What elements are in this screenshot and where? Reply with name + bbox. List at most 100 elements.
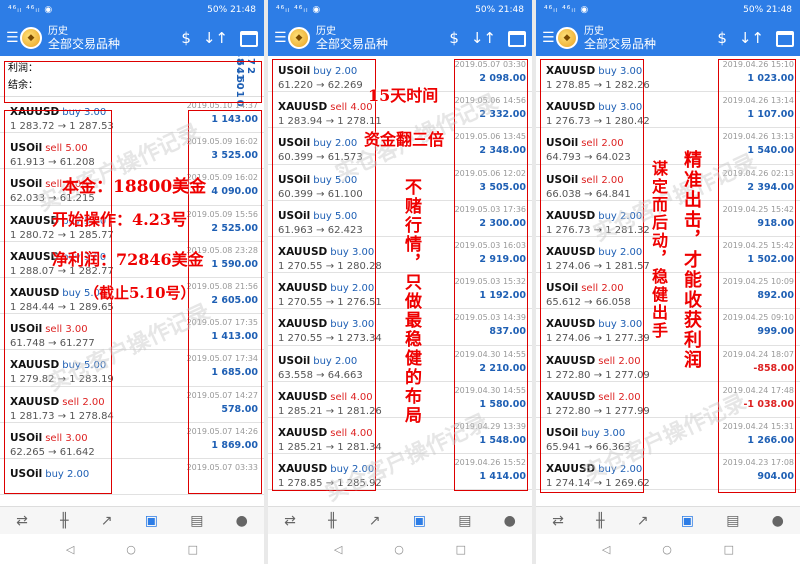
back-icon[interactable]: ◁ <box>66 543 74 556</box>
trade-row[interactable]: USOil sell 5.00 61.913 → 61.208 2019.05.09 … <box>0 133 264 170</box>
battery-level: 50% <box>743 5 764 15</box>
trade-profit: 1 143.00 <box>211 114 258 125</box>
recent-icon[interactable]: □ <box>724 543 734 556</box>
trade-side: sell 2.00 <box>598 355 641 367</box>
trade-row[interactable]: XAUUSD buy 2.00 1 276.73 → 1 281.32 2019.04… <box>536 201 800 237</box>
trade-symbol: USOil <box>278 173 311 186</box>
trade-side: sell 4.00 <box>330 391 373 403</box>
trade-row[interactable]: XAUUSD buy 3.00 1 276.73 → 1 280.42 2019.04… <box>536 92 800 129</box>
battery-level: 50% <box>475 5 496 15</box>
header-title[interactable]: 全部交易品种 <box>48 38 181 51</box>
trade-row[interactable]: USOil buy 3.00 65.941 → 66.363 2019.04.24 1… <box>536 418 800 455</box>
news-icon[interactable]: ▤ <box>190 513 203 529</box>
home-icon[interactable]: ○ <box>394 543 404 556</box>
home-icon[interactable]: ○ <box>662 543 672 556</box>
history-icon[interactable]: ▣ <box>145 513 158 529</box>
chart-icon[interactable]: ╫ <box>596 513 604 529</box>
trade-profit: 1 192.00 <box>479 290 526 302</box>
trade-row[interactable]: XAUUSD buy 3.00 1 278.85 → 1 282.26 2019.04… <box>536 56 800 93</box>
quotes-icon[interactable]: ⇄ <box>284 513 296 529</box>
trade-side: sell 2.00 <box>62 396 105 408</box>
trade-profit: 2 348.00 <box>479 145 526 157</box>
trade-row[interactable]: XAUUSD buy 5.00 1 279.82 → 1 283.19 2019.05… <box>0 350 264 387</box>
trade-side: sell 5.00 <box>45 143 88 155</box>
history-icon[interactable]: ▣ <box>681 513 694 529</box>
trade-date: 2019.05.07 03:30 <box>454 60 526 69</box>
trade-row[interactable]: USOil sell 3.00 61.748 → 61.277 2019.05.07 … <box>0 314 264 351</box>
trade-profit: 578.00 <box>221 403 258 415</box>
quotes-icon[interactable]: ⇄ <box>552 513 564 529</box>
calendar-icon[interactable] <box>240 31 258 47</box>
trade-row[interactable]: USOil buy 2.00 2019.05.07 03:33 <box>0 459 264 496</box>
trade-row[interactable]: XAUUSD sell 2.00 1 272.80 → 1 277.99 2019.0… <box>536 382 800 418</box>
chat-icon[interactable]: ● <box>504 513 516 529</box>
menu-icon[interactable]: ☰ <box>274 30 287 46</box>
trade-row[interactable]: USOil sell 2.00 64.793 → 64.023 2019.04.26 … <box>536 128 800 165</box>
back-icon[interactable]: ◁ <box>602 543 610 556</box>
trade-profit: 2 098.00 <box>479 73 526 84</box>
menu-icon[interactable]: ☰ <box>6 30 19 46</box>
trade-row[interactable]: USOil sell 3.00 62.265 → 61.642 2019.05.07 … <box>0 423 264 459</box>
recent-icon[interactable]: □ <box>188 543 198 556</box>
trade-profit: 1 023.00 <box>747 73 794 84</box>
signal-icon: ⁴⁶ᵢₗ ⁴⁶ᵢₗ ◉ <box>544 5 590 15</box>
trade-side: buy 5.00 <box>313 210 358 222</box>
calendar-icon[interactable] <box>776 31 794 47</box>
trade-side: buy 2.00 <box>313 66 358 77</box>
sort-icon[interactable]: ↓↑ <box>739 29 764 47</box>
trade-profit: 1 266.00 <box>747 434 794 446</box>
currency-filter-icon[interactable]: $ <box>449 29 459 47</box>
history-icon[interactable]: ▣ <box>413 513 426 529</box>
header-title[interactable]: 全部交易品种 <box>584 38 717 51</box>
chart-icon[interactable]: ╫ <box>328 513 336 529</box>
trade-row[interactable]: XAUUSD buy 2.00 1 274.06 → 1 281.57 2019.04… <box>536 237 800 274</box>
trade-row[interactable]: XAUUSD buy 3.00 1 283.72 → 1 287.53 2019.05… <box>0 97 264 134</box>
trade-side: buy 3.00 <box>62 107 107 118</box>
chat-icon[interactable]: ● <box>236 513 248 529</box>
status-bar: ⁴⁶ᵢₗ ⁴⁶ᵢₗ ◉ 50% 21:48 <box>268 0 532 20</box>
trade-side: buy 2.00 <box>330 464 375 476</box>
trade-symbol: XAUUSD <box>546 65 596 77</box>
trade-row[interactable]: USOil sell 2.00 65.612 → 66.058 2019.04.25 … <box>536 273 800 310</box>
trade-profit: 1 413.00 <box>211 331 258 343</box>
trade-date: 2019.05.03 17:36 <box>454 204 526 214</box>
trade-symbol: USOil <box>278 209 311 222</box>
trade-side: buy 2.00 <box>45 468 90 480</box>
trade-symbol: USOil <box>10 323 43 336</box>
trade-icon[interactable]: ↗ <box>369 513 381 529</box>
signal-icon: ⁴⁶ᵢₗ ⁴⁶ᵢₗ ◉ <box>8 5 54 15</box>
currency-filter-icon[interactable]: $ <box>181 29 191 47</box>
calendar-icon[interactable] <box>508 31 526 47</box>
back-icon[interactable]: ◁ <box>334 543 342 556</box>
trade-icon[interactable]: ↗ <box>637 513 649 529</box>
menu-icon[interactable]: ☰ <box>542 30 555 46</box>
trade-row[interactable]: XAUUSD buy 3.00 1 274.06 → 1 277.39 2019.04… <box>536 309 800 346</box>
trade-symbol: XAUUSD <box>278 101 328 114</box>
home-icon[interactable]: ○ <box>126 543 136 556</box>
trade-date: 2019.05.03 15:32 <box>454 277 526 287</box>
quotes-icon[interactable]: ⇄ <box>16 513 28 529</box>
trade-icon[interactable]: ↗ <box>101 513 113 529</box>
trade-date: 2019.04.30 14:55 <box>454 349 526 359</box>
trade-row[interactable]: XAUUSD buy 2.00 1 274.14 → 1 269.62 2019.04… <box>536 454 800 491</box>
currency-filter-icon[interactable]: $ <box>717 29 727 47</box>
news-icon[interactable]: ▤ <box>458 513 471 529</box>
chat-icon[interactable]: ● <box>772 513 784 529</box>
trade-date: 2019.05.09 16:02 <box>186 137 258 147</box>
trade-symbol: XAUUSD <box>546 463 596 476</box>
header-title[interactable]: 全部交易品种 <box>316 38 449 51</box>
trade-profit: 2 394.00 <box>747 181 794 193</box>
bottom-nav: ⇄ ╫ ↗ ▣ ▤ ● <box>536 506 800 534</box>
history-list[interactable]: 利润：72 846.10 结余：72 846.10 XAUUSDbuy 3.00… <box>0 56 264 506</box>
chart-icon[interactable]: ╫ <box>60 513 68 529</box>
trade-row[interactable]: USOil sell 2.00 66.038 → 64.841 2019.04.26 … <box>536 165 800 201</box>
trade-profit: 2 919.00 <box>479 253 526 265</box>
trade-row[interactable]: XAUUSD sell 2.00 1 281.73 → 1 278.84 2019.0… <box>0 387 264 423</box>
trade-side: sell 3.00 <box>45 324 88 336</box>
sort-icon[interactable]: ↓↑ <box>471 29 496 47</box>
trade-row[interactable]: XAUUSD sell 2.00 1 272.80 → 1 277.09 2019.0… <box>536 346 800 382</box>
recent-icon[interactable]: □ <box>456 543 466 556</box>
history-list[interactable]: XAUUSD buy 3.00 1 278.85 → 1 282.26 2019.04… <box>536 56 800 506</box>
sort-icon[interactable]: ↓↑ <box>203 29 228 47</box>
news-icon[interactable]: ▤ <box>726 513 739 529</box>
